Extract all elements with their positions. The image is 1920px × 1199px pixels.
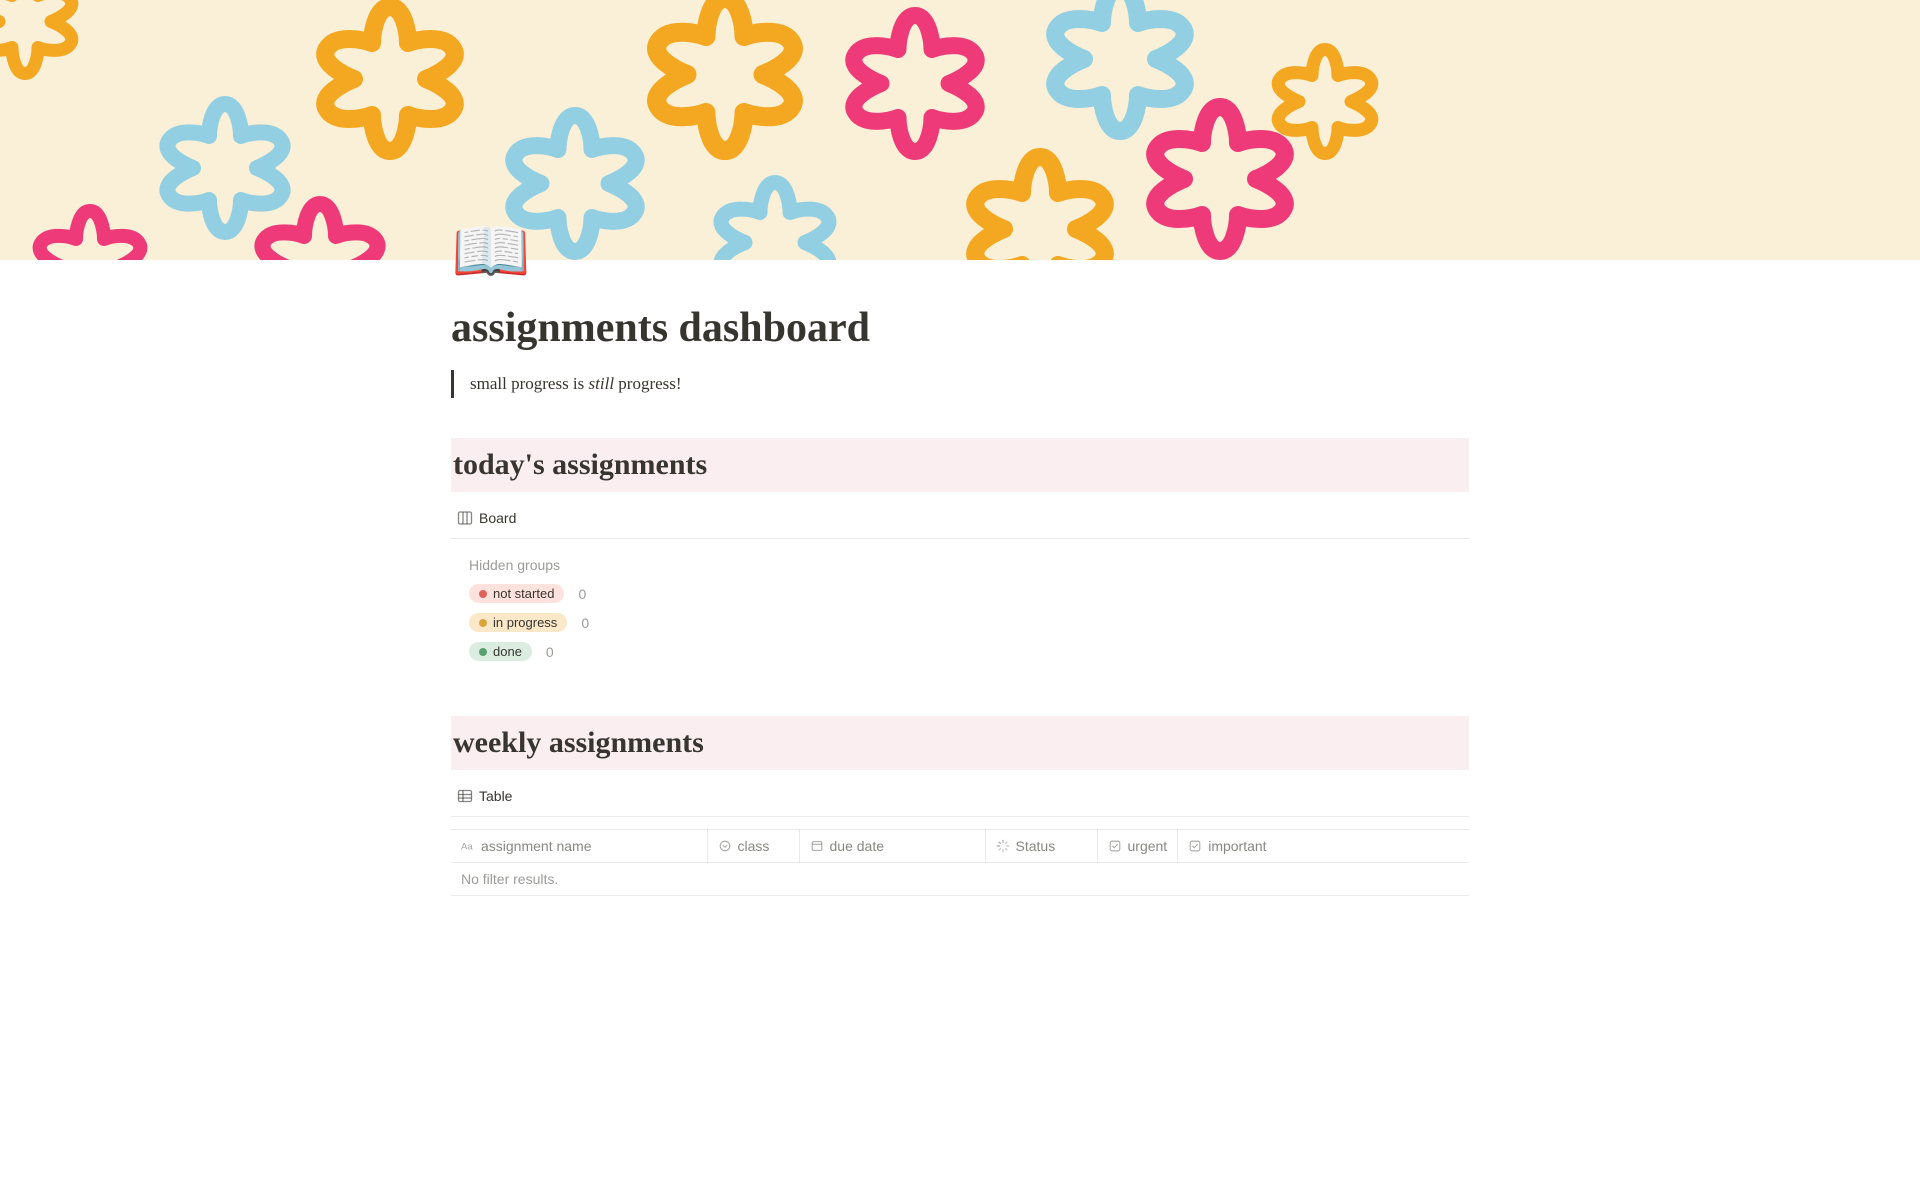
status-pill-not-started: not started bbox=[469, 584, 564, 603]
weekly-table: Aa assignment name class due dat bbox=[451, 829, 1469, 896]
page-icon[interactable]: 📖 bbox=[451, 220, 1469, 284]
column-header-urgent[interactable]: urgent bbox=[1097, 830, 1178, 863]
group-done[interactable]: done 0 bbox=[451, 637, 1469, 666]
column-label: assignment name bbox=[481, 838, 592, 854]
title-property-icon: Aa bbox=[461, 839, 475, 853]
column-header-status[interactable]: Status bbox=[985, 830, 1097, 863]
flower-icon bbox=[300, 0, 480, 160]
column-header-class[interactable]: class bbox=[707, 830, 799, 863]
tab-table-label: Table bbox=[479, 788, 512, 804]
status-property-icon bbox=[996, 839, 1010, 853]
checkbox-property-icon bbox=[1108, 839, 1122, 853]
column-label: class bbox=[738, 838, 770, 854]
hidden-groups-label: Hidden groups bbox=[451, 551, 1469, 579]
tab-board-label: Board bbox=[479, 510, 516, 526]
flower-icon bbox=[630, 0, 820, 160]
quote-text-post: progress! bbox=[614, 374, 682, 393]
status-dot-icon bbox=[479, 648, 487, 656]
quote-text-pre: small progress is bbox=[470, 374, 589, 393]
quote-text-italic: still bbox=[589, 374, 615, 393]
status-pill-label: done bbox=[493, 644, 522, 659]
status-pill-label: not started bbox=[493, 586, 554, 601]
status-dot-icon bbox=[479, 590, 487, 598]
column-header-name[interactable]: Aa assignment name bbox=[451, 830, 707, 863]
table-icon bbox=[457, 788, 473, 804]
status-pill-label: in progress bbox=[493, 615, 557, 630]
flower-icon bbox=[0, 0, 90, 80]
view-tabs-today: Board bbox=[451, 506, 1469, 539]
board-hidden-groups: Hidden groups not started 0 in progress … bbox=[451, 551, 1469, 666]
status-pill-done: done bbox=[469, 642, 532, 661]
page-title[interactable]: assignments dashboard bbox=[451, 304, 1469, 352]
heading-weekly[interactable]: weekly assignments bbox=[451, 716, 1469, 770]
board-icon bbox=[457, 510, 473, 526]
tab-board[interactable]: Board bbox=[451, 506, 522, 530]
group-in-progress[interactable]: in progress 0 bbox=[451, 608, 1469, 637]
table-empty-row: No filter results. bbox=[451, 863, 1469, 896]
select-property-icon bbox=[718, 839, 732, 853]
heading-today[interactable]: today's assignments bbox=[451, 438, 1469, 492]
group-not-started[interactable]: not started 0 bbox=[451, 579, 1469, 608]
flower-icon bbox=[1260, 30, 1390, 160]
tab-table[interactable]: Table bbox=[451, 784, 518, 808]
column-label: urgent bbox=[1128, 838, 1168, 854]
svg-text:Aa: Aa bbox=[461, 842, 473, 853]
column-label: Status bbox=[1016, 838, 1056, 854]
column-header-due-date[interactable]: due date bbox=[799, 830, 985, 863]
group-count: 0 bbox=[578, 586, 586, 602]
no-filter-results-text: No filter results. bbox=[451, 863, 1469, 896]
group-count: 0 bbox=[581, 615, 589, 631]
column-label: due date bbox=[830, 838, 885, 854]
group-count: 0 bbox=[546, 644, 554, 660]
status-pill-in-progress: in progress bbox=[469, 613, 567, 632]
status-dot-icon bbox=[479, 619, 487, 627]
quote-block[interactable]: small progress is still progress! bbox=[451, 370, 1469, 398]
checkbox-property-icon bbox=[1188, 839, 1202, 853]
column-header-important[interactable]: important bbox=[1178, 830, 1469, 863]
column-label: important bbox=[1208, 838, 1266, 854]
flower-icon bbox=[20, 190, 160, 260]
date-property-icon bbox=[810, 839, 824, 853]
view-tabs-weekly: Table bbox=[451, 784, 1469, 817]
flower-icon bbox=[240, 180, 400, 260]
